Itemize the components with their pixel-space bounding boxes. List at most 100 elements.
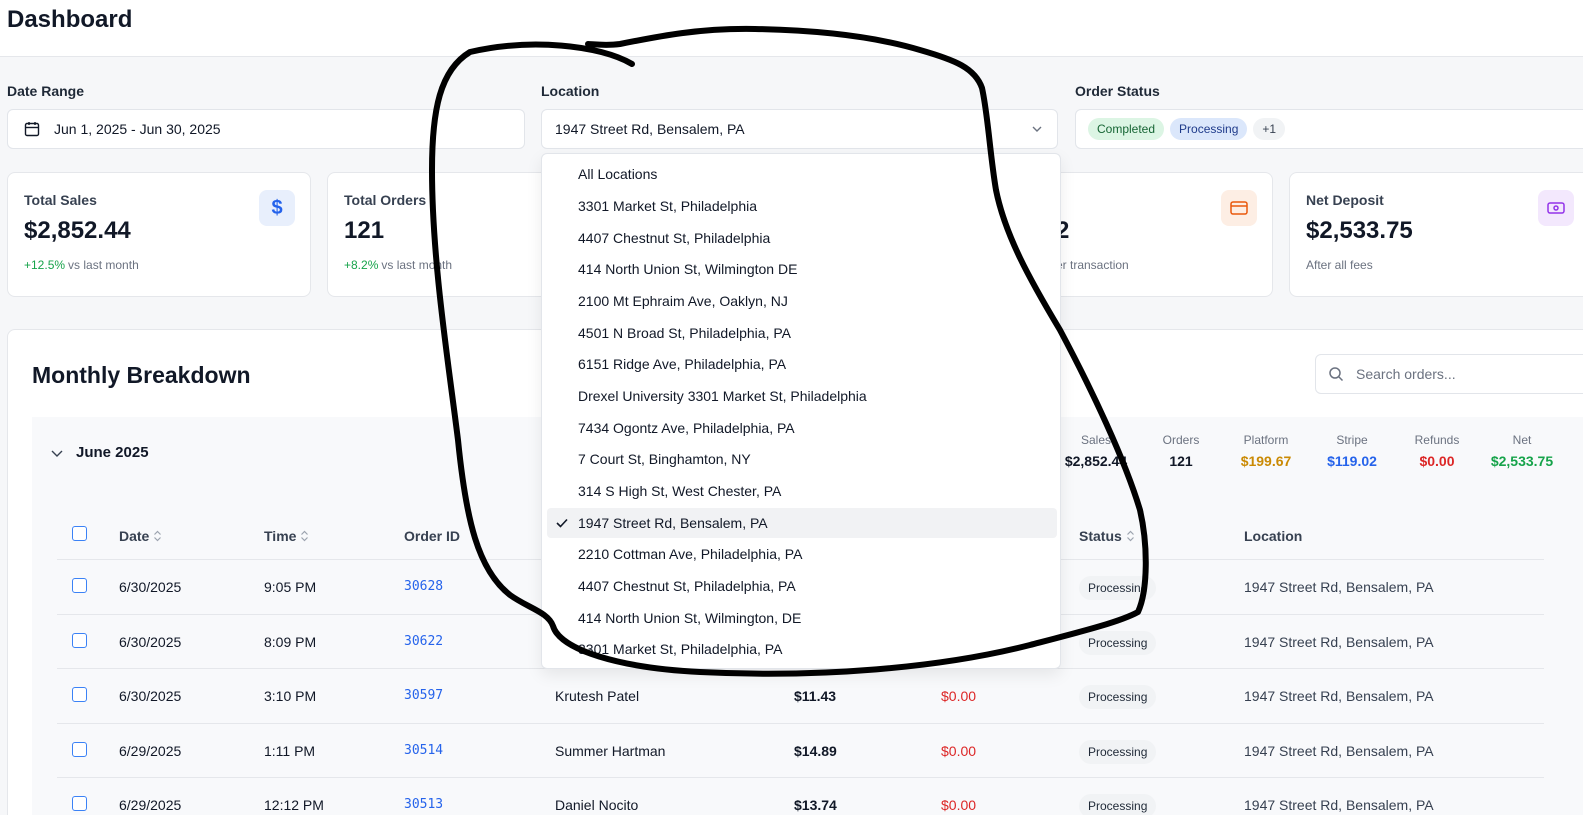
order-id-link[interactable]: 30514 [404,743,443,758]
row-checkbox[interactable] [72,633,87,648]
stat-value: $199.67 [1240,453,1292,469]
stat-stripe: Stripe $119.02 [1320,433,1384,469]
location-option[interactable]: Drexel University 3301 Market St, Philad… [547,381,1057,411]
status-badge: Processing [1079,631,1157,655]
credit-card-icon [1221,190,1257,226]
row-refund: $0.00 [941,688,977,704]
option-label: 414 North Union St, Wilmington, DE [578,610,802,626]
search-input[interactable] [1356,366,1556,382]
location-select-value: 1947 Street Rd, Bensalem, PA [555,121,745,137]
row-checkbox[interactable] [72,742,87,757]
status-badge: Processing [1079,740,1157,764]
stat-label: Orders [1162,433,1200,447]
location-option[interactable]: 314 S High St, West Chester, PA [547,476,1057,506]
row-checkbox[interactable] [72,796,87,811]
location-option-selected[interactable]: 1947 Street Rd, Bensalem, PA [547,508,1057,538]
column-order-id[interactable]: Order ID [404,528,460,544]
column-label: Time [264,528,297,544]
column-label: Order ID [404,528,461,544]
card-value: $2,533.75 [1306,217,1413,244]
location-option[interactable]: 4501 N Broad St, Philadelphia, PA [547,318,1057,348]
option-label: 4407 Chestnut St, Philadelphia [578,230,771,246]
stat-label: Net [1512,433,1532,447]
location-option[interactable]: 3301 Market St, Philadelphia, PA [547,634,1057,664]
stat-platform: Platform $199.67 [1234,433,1298,469]
option-label: 414 North Union St, Wilmington DE [578,261,798,277]
order-status-label: Order Status [1075,83,1160,99]
sort-icon [1126,530,1134,542]
card-value: 121 [344,217,385,244]
row-time: 3:10 PM [264,688,317,704]
row-location: 1947 Street Rd, Bensalem, PA [1244,743,1434,759]
location-option[interactable]: 414 North Union St, Wilmington, DE [547,603,1057,633]
row-date: 6/30/2025 [119,688,182,704]
location-option[interactable]: All Locations [547,159,1057,189]
card-label: Total Orders [344,192,427,208]
location-option[interactable]: 7 Court St, Binghamton, NY [547,444,1057,474]
option-label: 7 Court St, Binghamton, NY [578,451,751,467]
row-customer: Summer Hartman [555,743,666,759]
column-location[interactable]: Location [1244,528,1302,544]
location-option[interactable]: 2210 Cottman Ave, Philadelphia, PA [547,539,1057,569]
row-checkbox[interactable] [72,687,87,702]
column-label: Status [1079,528,1122,544]
select-all-checkbox[interactable] [72,526,87,541]
option-label: 7434 Ogontz Ave, Philadelphia, PA [578,420,795,436]
status-badge: Processing [1079,576,1157,600]
row-date: 6/30/2025 [119,579,182,595]
option-label: 3301 Market St, Philadelphia [578,198,757,214]
stat-label: Refunds [1414,433,1460,447]
status-pill-processing[interactable]: Processing [1170,118,1248,140]
location-option[interactable]: 414 North Union St, Wilmington DE [547,254,1057,284]
location-option[interactable]: 3301 Market St, Philadelphia [547,191,1057,221]
column-time[interactable]: Time [264,528,309,544]
net-deposit-card: Net Deposit $2,533.75 After all fees [1289,172,1583,297]
row-refund: $0.00 [941,743,977,759]
month-label: June 2025 [76,444,149,461]
stat-label: Platform [1243,433,1289,447]
column-label: Date [119,528,150,544]
row-amount: $14.89 [794,743,837,759]
row-customer: Daniel Nocito [555,797,639,813]
row-checkbox[interactable] [72,578,87,593]
order-id-link[interactable]: 30628 [404,579,443,594]
order-status-select[interactable]: Completed Processing +1 [1075,109,1583,149]
location-option[interactable]: 6151 Ridge Ave, Philadelphia, PA [547,349,1057,379]
location-option[interactable]: 7434 Ogontz Ave, Philadelphia, PA [547,413,1057,443]
order-id-link[interactable]: 30513 [404,797,443,812]
location-dropdown-menu: All Locations 3301 Market St, Philadelph… [541,153,1061,669]
card-delta: +8.2% [344,258,379,272]
location-select[interactable]: 1947 Street Rd, Bensalem, PA [541,109,1058,149]
card-label: Net Deposit [1306,192,1384,208]
location-option[interactable]: 4407 Chestnut St, Philadelphia [547,223,1057,253]
status-badge: Processing [1079,794,1157,815]
location-option[interactable]: 4407 Chestnut St, Philadelphia, PA [547,571,1057,601]
column-date[interactable]: Date [119,528,162,544]
location-option[interactable]: 2100 Mt Ephraim Ave, Oaklyn, NJ [547,286,1057,316]
option-label: 4407 Chestnut St, Philadelphia, PA [578,578,796,594]
sort-icon [301,530,309,542]
row-location: 1947 Street Rd, Bensalem, PA [1244,797,1434,813]
stat-label: Sales [1080,433,1112,447]
order-id-link[interactable]: 30597 [404,688,443,703]
card-delta: +12.5% [24,258,66,272]
column-status[interactable]: Status [1079,528,1135,544]
wallet-icon [1538,190,1574,226]
row-amount: $11.43 [794,688,837,704]
status-pill-more[interactable]: +1 [1253,118,1286,140]
card-sub: +8.2% vs last month [344,258,452,272]
card-sub-text: er transaction [1056,258,1129,272]
top-bar [0,0,1583,57]
date-range-value: Jun 1, 2025 - Jun 30, 2025 [54,121,221,137]
stat-value: $2,533.75 [1490,453,1554,469]
location-label: Location [541,83,600,99]
order-id-link[interactable]: 30622 [404,634,443,649]
month-toggle[interactable]: June 2025 [50,444,149,461]
stat-sales: Sales $2,852.44 [1063,433,1129,469]
search-orders[interactable] [1315,354,1583,394]
status-pill-completed[interactable]: Completed [1088,118,1165,140]
option-label: 1947 Street Rd, Bensalem, PA [578,515,768,531]
date-range-picker[interactable]: Jun 1, 2025 - Jun 30, 2025 [7,109,525,149]
row-time: 1:11 PM [264,743,316,759]
row-divider [57,777,1544,778]
